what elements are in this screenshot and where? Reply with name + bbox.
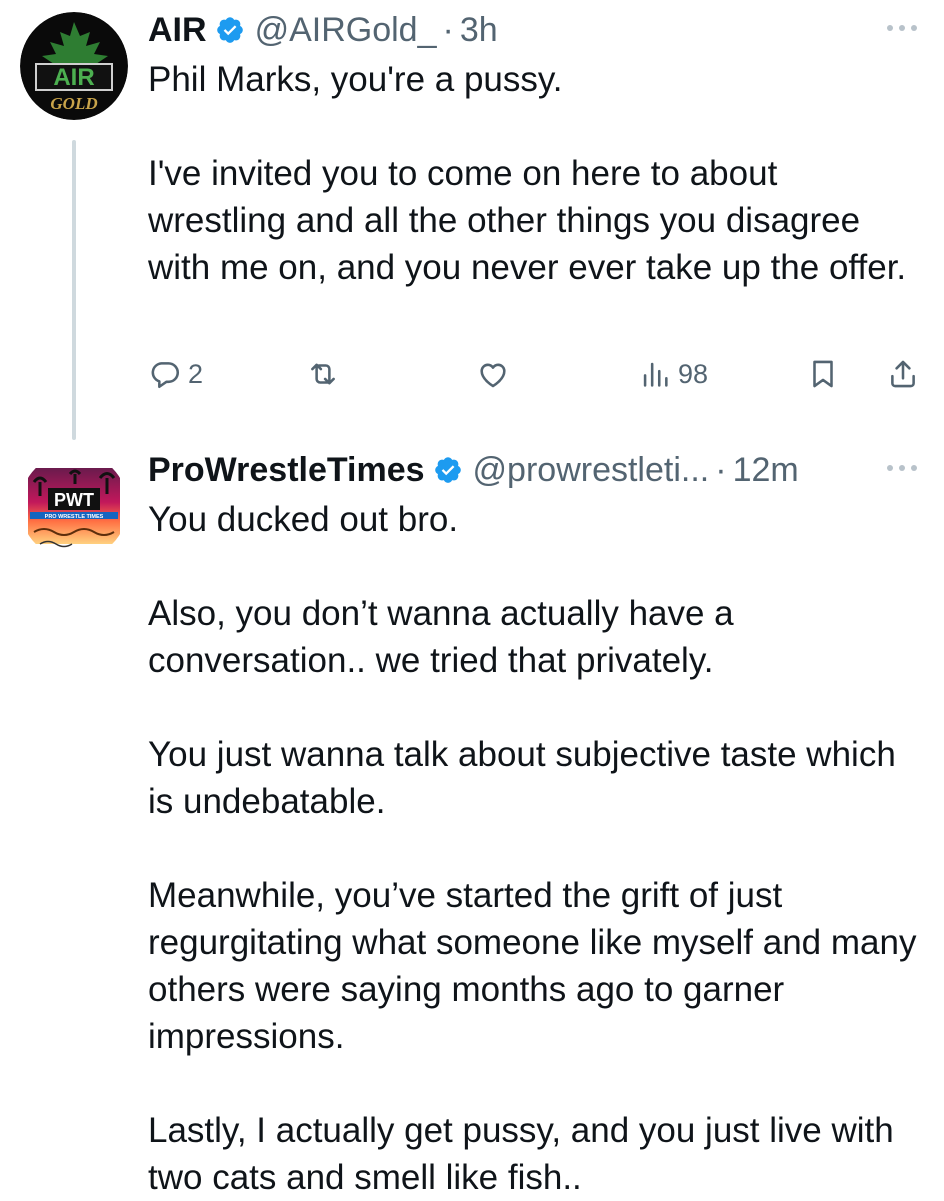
share-icon bbox=[891, 360, 915, 388]
tweet-paragraph: You ducked out bro. bbox=[148, 500, 459, 539]
tweet-text: You ducked out bro. Also, you don’t wann… bbox=[148, 496, 918, 1201]
reply-count: 2 bbox=[188, 358, 204, 389]
svg-text:AIR: AIR bbox=[53, 64, 94, 91]
repost-icon bbox=[311, 363, 335, 385]
tweet-paragraph: Also, you don’t wanna actually have a co… bbox=[148, 594, 734, 680]
views-button[interactable]: 98 bbox=[638, 350, 708, 398]
tweet-paragraph: You just wanna talk about subjective tas… bbox=[148, 735, 896, 821]
tweet-paragraph: Phil Marks, you're a pussy. bbox=[148, 60, 563, 99]
tweet-header: AIR @AIRGold_ · 3h bbox=[148, 8, 498, 52]
tweet-paragraph: Meanwhile, you’ve started the grift of j… bbox=[148, 876, 917, 1056]
handle[interactable]: @prowrestleti... bbox=[473, 451, 710, 490]
separator-dot: · bbox=[442, 10, 454, 49]
reply-icon bbox=[151, 362, 180, 389]
bookmark-icon bbox=[813, 360, 833, 388]
bookmark-button[interactable] bbox=[806, 350, 840, 398]
like-button[interactable] bbox=[476, 350, 516, 398]
svg-text:PRO WRESTLE TIMES: PRO WRESTLE TIMES bbox=[45, 514, 104, 520]
timestamp[interactable]: 3h bbox=[460, 11, 498, 50]
display-name[interactable]: AIR bbox=[148, 11, 207, 50]
share-button[interactable] bbox=[886, 350, 920, 398]
pwt-logo: PWT PRO WRESTLE TIMES bbox=[20, 452, 128, 560]
thread-connector-line bbox=[72, 140, 76, 440]
more-dots-icon[interactable] bbox=[884, 458, 920, 478]
tweet-paragraph: Lastly, I actually get pussy, and you ju… bbox=[148, 1111, 894, 1197]
timestamp[interactable]: 12m bbox=[733, 451, 799, 490]
tweet-paragraph: I've invited you to come on here to abou… bbox=[148, 154, 907, 287]
separator-dot: · bbox=[715, 450, 727, 489]
tweet-actions: 2 98 bbox=[148, 350, 928, 398]
heart-icon bbox=[480, 363, 506, 388]
verified-badge-icon bbox=[215, 15, 245, 45]
air-gold-logo: AIR GOLD bbox=[20, 12, 128, 120]
tweet-header: ProWrestleTimes @prowrestleti... · 12m bbox=[148, 448, 799, 492]
avatar-air[interactable]: AIR GOLD bbox=[20, 12, 128, 120]
more-dots-icon[interactable] bbox=[884, 18, 920, 38]
repost-button[interactable] bbox=[306, 350, 346, 398]
handle[interactable]: @AIRGold_ bbox=[255, 11, 437, 50]
reply-button[interactable]: 2 bbox=[148, 350, 203, 398]
svg-text:GOLD: GOLD bbox=[50, 94, 97, 113]
svg-text:PWT: PWT bbox=[54, 490, 94, 510]
avatar-prowrestletimes[interactable]: PWT PRO WRESTLE TIMES bbox=[20, 452, 128, 560]
views-icon bbox=[643, 362, 668, 387]
verified-badge-icon bbox=[433, 455, 463, 485]
tweet-text: Phil Marks, you're a pussy. I've invited… bbox=[148, 56, 918, 291]
display-name[interactable]: ProWrestleTimes bbox=[148, 451, 425, 490]
view-count: 98 bbox=[678, 358, 709, 389]
